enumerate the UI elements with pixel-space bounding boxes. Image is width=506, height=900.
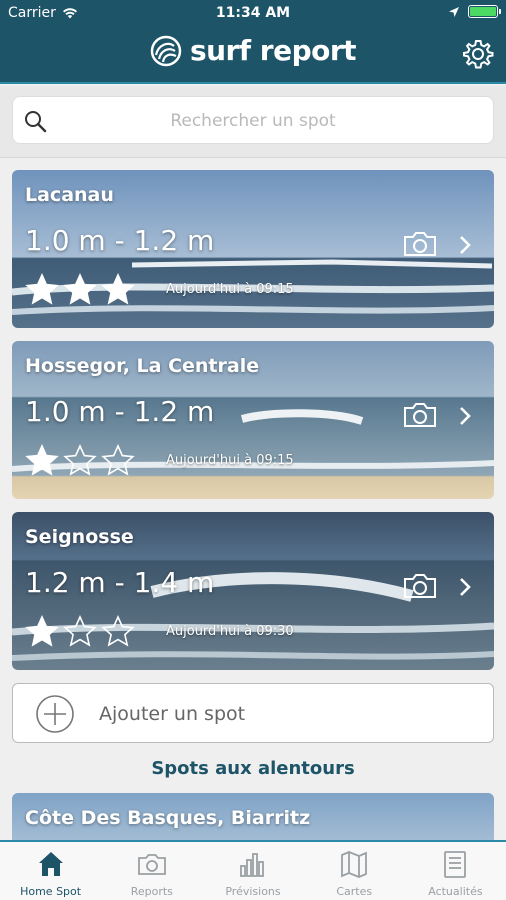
tab-home-spot[interactable]: Home Spot [0,842,101,900]
nav-bar: surf report [0,28,506,84]
spot-card-lacanau[interactable]: Lacanau 1.0 m - 1.2 m Aujourd'hui à 09:1… [12,170,494,328]
camera-icon [137,854,166,875]
spot-name: Lacanau [25,184,114,206]
tab-bar: Home Spot Reports Prévisions Cartes Actu… [0,840,506,900]
wave-logo-icon [150,35,182,66]
spot-card-hossegor[interactable]: Hossegor, La Centrale 1.0 m - 1.2 m Aujo… [12,341,494,499]
camera-icon[interactable] [402,230,438,258]
settings-gear-icon[interactable] [462,38,494,70]
search-placeholder: Rechercher un spot [170,111,336,131]
clock: 11:34 AM [215,5,291,21]
battery-icon [468,5,501,18]
spot-name: Seignosse [25,526,134,548]
nearby-section-title: Spots aux alentours [151,758,355,779]
wave-height: 1.0 m - 1.2 m [25,395,215,428]
news-icon [444,851,467,878]
rating-stars [25,615,135,649]
camera-icon[interactable] [402,572,438,600]
star-outline-icon [101,444,135,476]
plus-circle-icon [36,695,74,733]
chevron-right-icon[interactable] [458,576,472,598]
map-icon [341,851,368,878]
tab-label: Actualités [428,885,483,898]
report-time: Aujourd'hui à 09:15 [166,453,294,468]
star-outline-icon [63,615,97,647]
spot-card-seignosse[interactable]: Seignosse 1.2 m - 1.4 m Aujourd'hui à 09… [12,512,494,670]
star-filled-icon [101,273,135,305]
star-outline-icon [63,444,97,476]
rating-stars [25,444,135,478]
add-spot-button[interactable]: Ajouter un spot [12,683,494,743]
chevron-right-icon[interactable] [458,405,472,427]
rating-stars [25,273,135,307]
report-time: Aujourd'hui à 09:15 [166,282,294,297]
star-filled-icon [63,273,97,305]
star-filled-icon [25,615,59,647]
star-filled-icon [25,273,59,305]
spot-name: Hossegor, La Centrale [25,355,260,377]
star-outline-icon [101,615,135,647]
tab-label: Reports [130,885,173,898]
tab-label: Home Spot [20,885,82,898]
camera-icon[interactable] [402,401,438,429]
report-time: Aujourd'hui à 09:30 [166,624,294,639]
wave-height: 1.2 m - 1.4 m [25,566,215,599]
add-spot-label: Ajouter un spot [99,703,246,725]
search-input[interactable]: Rechercher un spot [12,96,494,144]
tab-actualites[interactable]: Actualités [405,842,506,900]
tab-label: Prévisions [225,885,281,898]
tab-cartes[interactable]: Cartes [304,842,405,900]
star-filled-icon [25,444,59,476]
app-title: surf report [189,34,357,67]
location-arrow-icon [449,6,459,17]
home-icon [38,852,63,876]
status-bar: Carrier 11:34 AM [0,0,506,28]
tab-label: Cartes [336,885,373,898]
wave-height: 1.0 m - 1.2 m [25,224,215,257]
app-logo: surf report [0,34,506,67]
bar-chart-icon [240,853,264,877]
tab-reports[interactable]: Reports [101,842,202,900]
tab-previsions[interactable]: Prévisions [202,842,303,900]
chevron-right-icon[interactable] [458,234,472,256]
spot-name: Côte Des Basques, Biarritz [25,807,311,829]
search-section: Rechercher un spot [0,86,506,158]
